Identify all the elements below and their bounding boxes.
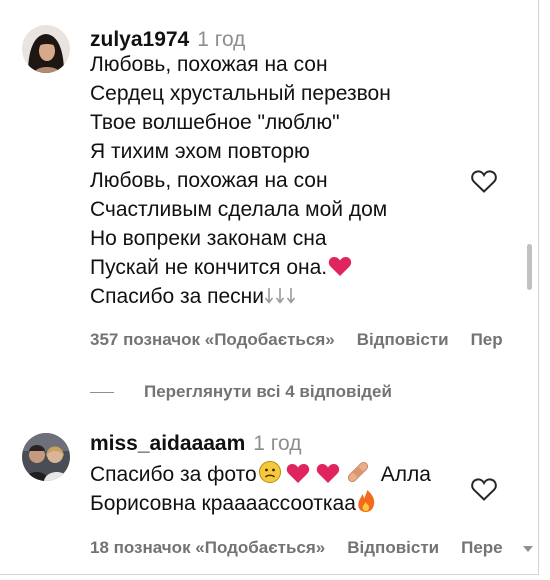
comment-line: Счастливым сделала мой дом bbox=[90, 198, 388, 221]
likes-count[interactable]: 357 позначок «Подобається» bbox=[90, 330, 335, 350]
translate-link[interactable]: Пер bbox=[471, 330, 503, 350]
fire-emoji bbox=[358, 490, 375, 512]
comment-line: Спасибо за фото bbox=[90, 463, 257, 486]
comment-line: Алла bbox=[380, 463, 431, 486]
comment-line: Пускай не кончится она. bbox=[90, 256, 328, 279]
view-replies-button[interactable]: Переглянути всі 4 відповідей bbox=[90, 382, 392, 402]
comment-line-wrap: Спасибо за песни bbox=[90, 282, 391, 311]
heart-outline-icon[interactable] bbox=[470, 476, 498, 502]
avatar[interactable] bbox=[22, 433, 70, 481]
comment-text: Любовь, похожая на сон Сердец хрустальны… bbox=[90, 50, 391, 311]
scrollbar-thumb[interactable] bbox=[527, 244, 532, 290]
reply-button[interactable]: Відповісти bbox=[347, 538, 439, 558]
divider bbox=[90, 391, 114, 393]
comment: zulya1974 1 год Любовь, похожая на сон Се… bbox=[0, 0, 530, 360]
comments-panel: zulya1974 1 год Любовь, похожая на сон Се… bbox=[0, 0, 539, 575]
down-arrow-emoji bbox=[264, 288, 296, 304]
likes-count[interactable]: 18 позначок «Подобається» bbox=[90, 538, 325, 558]
comment: miss_aidaaaam 1 год Спасибо за фото Алла Б… bbox=[0, 420, 530, 574]
comment-line-wrap: Пускай не кончится она. bbox=[90, 253, 391, 282]
sad-face-emoji bbox=[258, 461, 281, 483]
red-heart-emoji bbox=[328, 256, 352, 276]
red-heart-emoji bbox=[286, 463, 309, 483]
username[interactable]: zulya1974 bbox=[90, 28, 189, 51]
comment-line: Борисовна краааассооткаа bbox=[90, 492, 356, 515]
comment-time[interactable]: 1 год bbox=[197, 28, 245, 51]
view-replies-label: Переглянути всі 4 відповідей bbox=[144, 382, 392, 401]
comment-text: Спасибо за фото Алла Борисовна краааассоо… bbox=[90, 460, 431, 518]
comment-line-wrap: Борисовна краааассооткаа bbox=[90, 489, 431, 518]
username[interactable]: miss_aidaaaam bbox=[90, 432, 245, 455]
comment-line: Я тихим эхом повторю bbox=[90, 140, 310, 163]
comment-time[interactable]: 1 год bbox=[253, 432, 301, 455]
bandage-emoji bbox=[347, 461, 368, 483]
translate-link[interactable]: Пере bbox=[461, 538, 503, 558]
avatar[interactable] bbox=[22, 25, 70, 73]
comment-line: Сердец хрустальный перезвон bbox=[90, 82, 391, 105]
scroll-down-arrow-icon[interactable] bbox=[523, 546, 533, 552]
heart-outline-icon[interactable] bbox=[470, 168, 498, 194]
comment-line: Любовь, похожая на сон bbox=[90, 53, 328, 76]
comment-line: Любовь, похожая на сон bbox=[90, 169, 328, 192]
comment-line: Но вопреки законам сна bbox=[90, 227, 327, 250]
red-heart-emoji bbox=[316, 463, 339, 483]
reply-button[interactable]: Відповісти bbox=[357, 330, 449, 350]
comment-line: Твое волшебное "люблю" bbox=[90, 111, 340, 134]
comment-line: Спасибо за песни bbox=[90, 285, 265, 308]
comment-line-wrap: Спасибо за фото Алла bbox=[90, 460, 431, 489]
